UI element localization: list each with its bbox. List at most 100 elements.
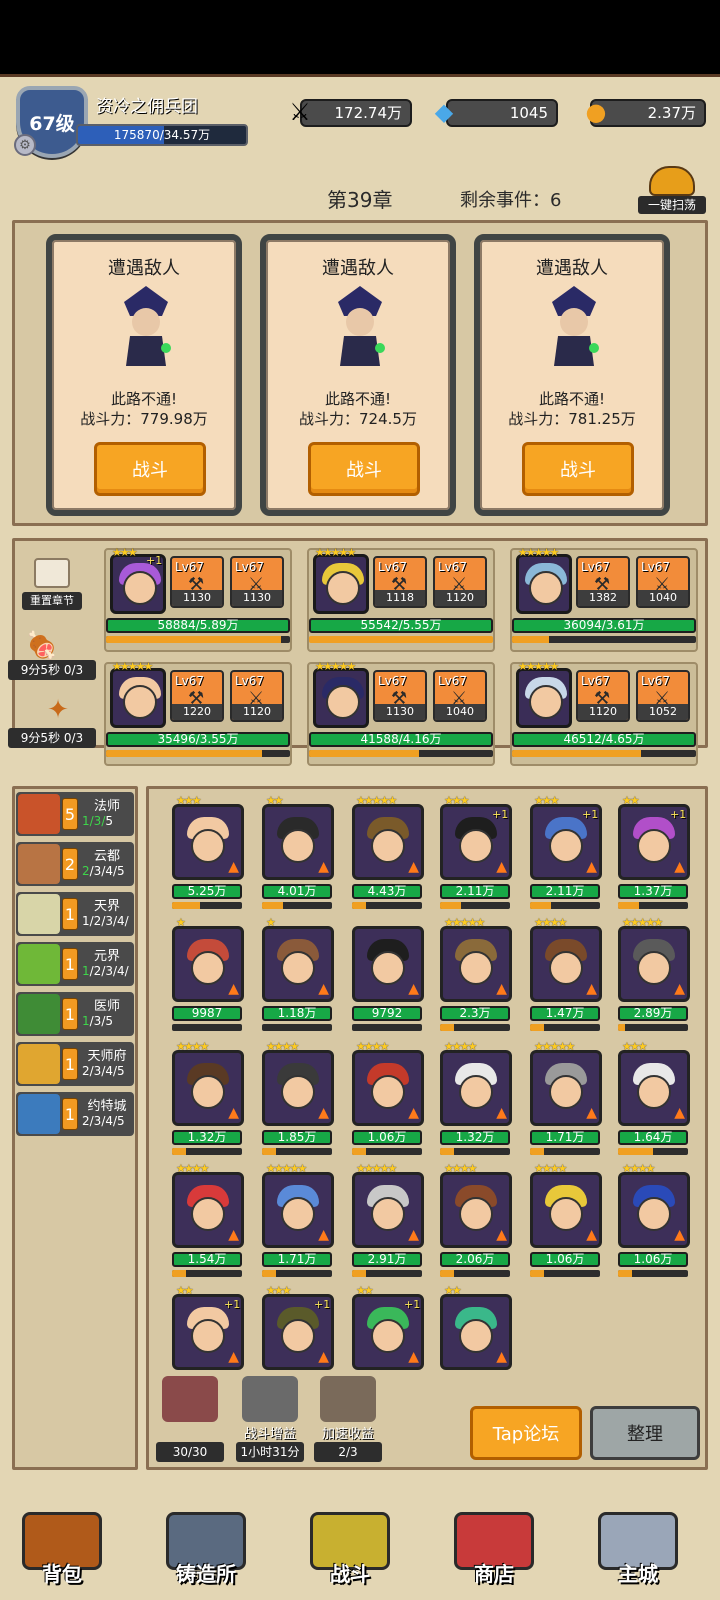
roster-hero-card[interactable]: ▲ (618, 926, 690, 1002)
roster-hero-card[interactable]: ▲ (352, 804, 424, 880)
hero-progress-bar (530, 902, 600, 909)
faction-row[interactable]: 1 医师 1/3/5 (16, 992, 134, 1036)
equipment-slot[interactable]: Lv67 ⚒ 1130 (170, 556, 224, 608)
roster-hero-card[interactable]: ▲ (172, 804, 244, 880)
hero-progress-fill (530, 1024, 544, 1031)
roster-hero-card[interactable]: ▲ (618, 1172, 690, 1248)
team-hero-portrait[interactable] (516, 668, 572, 728)
hero-power-bar: 2.06万 (440, 1252, 510, 1267)
one-click-sweep-button[interactable]: 一键扫荡 (638, 166, 706, 216)
equipment-slot[interactable]: Lv67 ⚒ 1382 (576, 556, 630, 608)
roster-hero-card[interactable]: ▲ (262, 1172, 334, 1248)
nav-backpack-button[interactable]: 背包 (2, 1496, 122, 1600)
equipment-value: 1052 (638, 704, 688, 720)
hero-power-bar: 1.54万 (172, 1252, 242, 1267)
team-hero-portrait[interactable] (313, 554, 369, 614)
roster-hero-card[interactable]: ▲ (262, 926, 334, 1002)
sort-button[interactable]: 整理 (590, 1406, 700, 1460)
event-power: 战斗力：781.25万 (508, 410, 636, 428)
nav-battle-button[interactable]: 战斗 (290, 1496, 410, 1600)
reset-chapter-button[interactable]: 重置章节 (22, 558, 82, 612)
roster-hero-card[interactable]: ▲ (172, 926, 244, 1002)
equipment-slot[interactable]: Lv67 ⚔ 1120 (230, 670, 284, 722)
tv-reward-button[interactable] (156, 1376, 224, 1442)
roster-hero-card[interactable]: ▲ (352, 1050, 424, 1126)
equipment-level: Lv67 (235, 674, 265, 688)
equipment-level: Lv67 (235, 560, 265, 574)
roster-hero-card[interactable]: ▲ (440, 1172, 512, 1248)
tap-forum-button[interactable]: Tap论坛 (470, 1406, 582, 1460)
team-hero-portrait[interactable] (110, 668, 166, 728)
equipment-slot[interactable]: Lv67 ⚒ 1130 (373, 670, 427, 722)
event-message: 此路不通! (538, 390, 605, 408)
nav-forge-button[interactable]: 铸造所 (146, 1496, 266, 1600)
scroll-icon (34, 558, 70, 588)
hero-progress-bar (440, 902, 510, 909)
hero-progress-bar (440, 1270, 510, 1277)
team-slot[interactable]: ★★★ +1 Lv67 ⚒ 1130 Lv67 ⚔ 1130 58884/5.89万 (104, 546, 292, 652)
roster-hero-card[interactable]: ▲ (530, 926, 602, 1002)
nav-shop-button[interactable]: 商店 (434, 1496, 554, 1600)
team-hero-portrait[interactable] (313, 668, 369, 728)
roster-hero-card[interactable]: ▲ (262, 1050, 334, 1126)
equipment-slot[interactable]: Lv67 ⚒ 1120 (576, 670, 630, 722)
hero-progress-fill (262, 1270, 276, 1277)
event-message: 此路不通! (110, 390, 177, 408)
equipment-slot[interactable]: Lv67 ⚒ 1118 (373, 556, 427, 608)
hero-stars: ★★★★★ (518, 660, 559, 673)
equipment-slot[interactable]: Lv67 ⚔ 1040 (433, 670, 487, 722)
roster-hero-card[interactable]: ▲ (262, 804, 334, 880)
battle-button[interactable]: 战斗 (522, 442, 634, 496)
meat-icon[interactable]: 🍖 (24, 628, 60, 664)
hero-stars: ★★★★★ (266, 1162, 307, 1175)
energy-bar-fill (106, 636, 281, 643)
nav-label: 背包 (42, 1562, 82, 1586)
hero-power-bar: 4.43万 (352, 884, 422, 899)
team-hero-portrait[interactable] (516, 554, 572, 614)
hero-stars: ★★★★★ (315, 546, 356, 559)
roster-hero-card[interactable]: ▲ (530, 1050, 602, 1126)
gems-display[interactable]: 1045 (446, 99, 558, 127)
speed-up-button[interactable]: 加速收益 (314, 1376, 382, 1442)
hero-progress-fill (172, 1148, 186, 1155)
equipment-slot[interactable]: Lv67 ⚔ 1052 (636, 670, 690, 722)
roster-hero-card[interactable]: ▲ (440, 1294, 512, 1370)
battle-button[interactable]: 战斗 (308, 442, 420, 496)
roster-hero-card[interactable]: ▲ (530, 1172, 602, 1248)
upgrade-arrow-icon: ▲ (408, 1227, 419, 1243)
meat-timer: 9分5秒 0/3 (8, 660, 96, 680)
roster-hero-card[interactable]: ▲ (440, 1050, 512, 1126)
team-slot[interactable]: ★★★★★ Lv67 ⚒ 1130 Lv67 ⚔ 1040 41588/4.16万 (307, 660, 495, 766)
team-slot[interactable]: ★★★★★ Lv67 ⚒ 1118 Lv67 ⚔ 1120 55542/5.55万 (307, 546, 495, 652)
faction-count: 1 (62, 1048, 78, 1080)
faction-row[interactable]: 2 云都 2/3/4/5 (16, 842, 134, 886)
battle-button[interactable]: 战斗 (94, 442, 206, 496)
faction-row[interactable]: 5 法师 1/3/5 (16, 792, 134, 836)
equipment-slot[interactable]: Lv67 ⚔ 1120 (433, 556, 487, 608)
faction-row[interactable]: 1 约特城 2/3/4/5 (16, 1092, 134, 1136)
equipment-level: Lv67 (641, 560, 671, 574)
roster-hero-card[interactable]: ▲ (618, 1050, 690, 1126)
roster-hero-card[interactable]: ▲ (172, 1172, 244, 1248)
roster-hero-card[interactable]: ▲ (352, 926, 424, 1002)
settings-gear-icon[interactable]: ⚙ (14, 134, 36, 156)
nav-main-city-button[interactable]: 主城 (578, 1496, 698, 1600)
team-slot[interactable]: ★★★★★ Lv67 ⚒ 1120 Lv67 ⚔ 1052 46512/4.65万 (510, 660, 698, 766)
team-slot[interactable]: ★★★★★ Lv67 ⚒ 1382 Lv67 ⚔ 1040 36094/3.61万 (510, 546, 698, 652)
hero-face (459, 1319, 493, 1353)
faction-row[interactable]: 1 天师府 2/3/4/5 (16, 1042, 134, 1086)
equipment-slot[interactable]: Lv67 ⚒ 1220 (170, 670, 224, 722)
gold-value: 2.37万 (647, 104, 696, 122)
faction-row[interactable]: 1 天界 1/2/3/4/ (16, 892, 134, 936)
roster-hero-card[interactable]: ▲ (440, 926, 512, 1002)
equipment-slot[interactable]: Lv67 ⚔ 1040 (636, 556, 690, 608)
equipment-slot[interactable]: Lv67 ⚔ 1130 (230, 556, 284, 608)
hero-stars: ★★★★★ (444, 916, 485, 929)
staff-icon[interactable]: ✦ (40, 692, 76, 728)
faction-count: 1 (62, 898, 78, 930)
battle-boost-button[interactable]: 战斗增益 (236, 1376, 304, 1442)
faction-row[interactable]: 1 元界 1/2/3/4/ (16, 942, 134, 986)
roster-hero-card[interactable]: ▲ (352, 1172, 424, 1248)
roster-hero-card[interactable]: ▲ (172, 1050, 244, 1126)
team-slot[interactable]: ★★★★★ Lv67 ⚒ 1220 Lv67 ⚔ 1120 35496/3.55万 (104, 660, 292, 766)
